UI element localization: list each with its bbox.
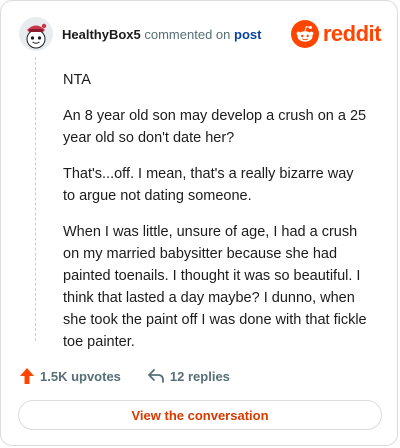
username-link[interactable]: HealthyBox5 <box>62 27 141 42</box>
comment-body: NTA An 8 year old son may develop a crus… <box>63 69 368 367</box>
commented-on-text: commented on <box>144 27 231 42</box>
view-conversation-button[interactable]: View the conversation <box>18 400 382 430</box>
reddit-alien-icon <box>290 20 319 48</box>
comment-embed-card: HealthyBox5 commented on post reddit NTA… <box>0 0 398 446</box>
comment-paragraph: NTA <box>63 72 91 88</box>
reddit-wordmark: reddit <box>322 21 382 46</box>
thread-line <box>35 57 36 341</box>
comment-stats: 1.5K upvotes 12 replies <box>19 365 230 387</box>
post-link[interactable]: post <box>234 27 261 42</box>
comment-paragraph: An 8 year old son may develop a crush on… <box>63 108 367 146</box>
reply-arrow-icon <box>148 369 164 383</box>
reddit-brand[interactable]: reddit <box>290 19 382 49</box>
commenter-line: HealthyBox5 commented on post <box>62 27 261 42</box>
replies-stat[interactable]: 12 replies <box>147 368 230 384</box>
comment-paragraph: When I was little, unsure of age, I had … <box>63 224 367 350</box>
comment-header: HealthyBox5 commented on post reddit <box>19 17 382 53</box>
upvote-arrow-icon <box>20 368 34 384</box>
upvotes-stat[interactable]: 1.5K upvotes <box>19 367 121 385</box>
comment-paragraph: That's...off. I mean, that's a really bi… <box>63 166 354 204</box>
snoo-avatar-icon[interactable] <box>19 17 53 51</box>
upvotes-label: 1.5K upvotes <box>40 368 121 384</box>
replies-label: 12 replies <box>169 368 230 384</box>
